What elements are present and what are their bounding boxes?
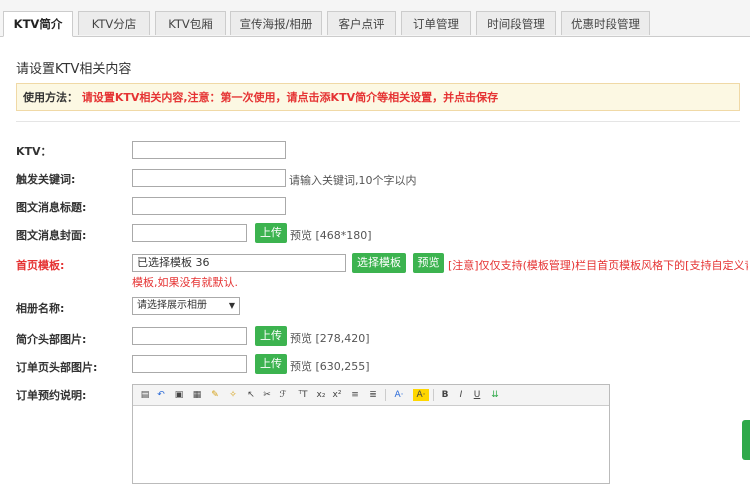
preview-template-button[interactable]: 预览 [413,253,444,273]
underline-icon[interactable]: U [471,389,483,401]
ktv-name-input[interactable] [132,141,286,159]
brush-icon[interactable]: ✎ [209,389,221,401]
paste-text-icon[interactable]: ▦ [191,389,203,401]
side-float-tab[interactable] [742,420,750,460]
intro-head-label: 简介头部图片: [16,333,87,346]
keyword-input[interactable] [132,169,286,187]
msg-cover-preview: 预览 [468*180] [290,229,372,242]
msg-title-input[interactable] [132,197,286,215]
align-center-icon[interactable]: ≣ [367,389,379,401]
order-head-input[interactable] [132,355,247,373]
home-template-label: 首页模板: [16,259,65,272]
msg-title-label: 图文消息标题: [16,201,87,214]
order-head-upload-button[interactable]: 上传 [255,354,287,374]
home-template-note-2: 模板,如果没有就默认. [132,276,238,289]
home-template-note: [注意]仅仅支持(模板管理)栏目首页模板风格下的[支持自定义背景] [448,259,748,272]
tab-discount-slots[interactable]: 优惠时段管理 [561,11,650,35]
hr-icon[interactable]: ⇊ [489,389,501,401]
source-icon[interactable]: ▤ [139,389,151,401]
tab-orders[interactable]: 订单管理 [401,11,471,35]
toolbar-separator [385,389,386,401]
font-color-icon[interactable]: A· [391,389,407,401]
subscript-icon[interactable]: x₂ [315,389,327,401]
align-left-icon[interactable]: ≡ [349,389,361,401]
ktv-label: KTV： [16,145,52,158]
tab-ktv-intro[interactable]: KTV简介 [3,11,73,37]
album-label: 相册名称: [16,302,65,315]
keyword-label: 触发关键词: [16,173,76,186]
order-head-preview: 预览 [630,255] [290,360,370,373]
tab-time-slots[interactable]: 时间段管理 [476,11,556,35]
editor-toolbar: ▤ ↶ ▣ ▦ ✎ ✧ ↖ ✂ ℱ ᵀT x₂ x² ≡ ≣ A· A· B I… [133,385,609,406]
font-size-icon[interactable]: ᵀT [295,389,311,401]
msg-cover-input[interactable] [132,224,247,242]
section-title: 请设置KTV相关内容 [16,62,132,77]
format-icon[interactable]: ℱ [277,389,289,401]
tab-reviews[interactable]: 客户点评 [327,11,396,35]
tab-bar: KTV简介 KTV分店 KTV包厢 宣传海报/相册 客户点评 订单管理 时间段管… [0,0,750,37]
paste-icon[interactable]: ▣ [173,389,185,401]
album-select[interactable]: 请选择展示相册 ▼ [132,297,240,315]
undo-icon[interactable]: ↶ [155,389,167,401]
divider [16,121,740,122]
home-template-input[interactable]: 已选择模板 36 [132,254,346,272]
intro-head-upload-button[interactable]: 上传 [255,326,287,346]
bold-icon[interactable]: B [439,389,451,401]
toolbar-separator [433,389,434,401]
tip-text: 请设置KTV相关内容,注意：第一次使用，请点击添KTV简介等相关设置，并点击保存 [81,91,499,104]
tip-label: 使用方法： [23,91,78,104]
tab-poster-album[interactable]: 宣传海报/相册 [230,11,322,35]
select-all-icon[interactable]: ↖ [245,389,257,401]
usage-tip: 使用方法： 请设置KTV相关内容,注意：第一次使用，请点击添KTV简介等相关设置… [16,83,740,111]
album-select-value: 请选择展示相册 [137,300,207,311]
choose-template-button[interactable]: 选择模板 [352,253,406,273]
msg-cover-upload-button[interactable]: 上传 [255,223,287,243]
intro-head-input[interactable] [132,327,247,345]
keyword-hint: 请输入关键词,10个字以内 [289,174,417,187]
rich-text-editor[interactable]: ▤ ↶ ▣ ▦ ✎ ✧ ↖ ✂ ℱ ᵀT x₂ x² ≡ ≣ A· A· B I… [132,384,610,484]
order-desc-label: 订单预约说明: [16,389,87,402]
order-head-label: 订单页头部图片: [16,361,98,374]
cut-icon[interactable]: ✂ [261,389,273,401]
italic-icon[interactable]: I [455,389,467,401]
tab-ktv-room[interactable]: KTV包厢 [155,11,226,35]
msg-cover-label: 图文消息封面: [16,229,87,242]
bg-color-icon[interactable]: A· [413,389,429,401]
intro-head-preview: 预览 [278,420] [290,332,370,345]
caret-down-icon: ▼ [228,301,235,310]
tab-ktv-branch[interactable]: KTV分店 [78,11,150,35]
clear-format-icon[interactable]: ✧ [227,389,239,401]
superscript-icon[interactable]: x² [331,389,343,401]
